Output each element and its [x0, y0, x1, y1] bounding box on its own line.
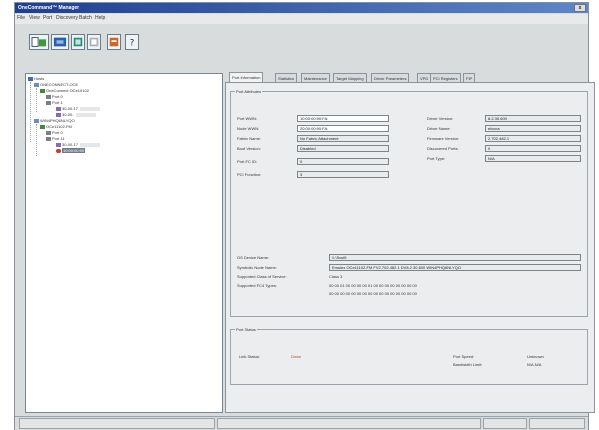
supported-fc4-label: Supported FC4 Types:	[237, 283, 277, 288]
discovered-ports-field: 0	[485, 145, 581, 152]
status-panel	[19, 418, 215, 429]
driver-name-field: elxcna	[485, 125, 581, 132]
menu-port[interactable]: Port	[43, 15, 52, 21]
adapter-icon	[40, 88, 45, 93]
toolbar: ?	[19, 28, 589, 60]
help-icon[interactable]: ?	[125, 34, 139, 50]
tab-maintenance[interactable]: Maintenance	[301, 73, 330, 82]
tab-driver-parameters[interactable]: Driver Parameters	[371, 73, 410, 82]
port-icon	[46, 100, 51, 105]
function-icon	[56, 106, 61, 111]
function-icon	[56, 142, 61, 147]
driver-version-field: 8.2.30.600	[485, 115, 581, 122]
discover-icon[interactable]	[71, 34, 85, 50]
function-icon	[56, 112, 61, 117]
link-status-value: Down	[291, 354, 302, 359]
port-icon	[46, 94, 51, 99]
adapter-icon	[40, 124, 45, 129]
supported-cos-label: Supported Class of Service:	[237, 274, 287, 279]
node-wwn-label: Node WWN:	[237, 126, 260, 131]
tab-fip[interactable]: FIP	[463, 73, 476, 82]
menu-batch[interactable]: Batch	[79, 15, 92, 21]
node-wwn-field: 20:00:00:90:FA:	[297, 125, 389, 132]
os-device-name-field: \\.\Scsi0:	[329, 254, 581, 261]
host-icon	[34, 82, 39, 87]
supported-fc4-row2: 00 00 00 00 00 00 00 00 00 00 00 00 00 0…	[329, 291, 417, 296]
symbolic-node-name-field: Emulex OCe11102-FM FV2.702.482.1 DV8.2.3…	[329, 264, 581, 271]
firmware-version-field: 2.702.482.1	[485, 135, 581, 142]
port-wwn-label: Port WWN:	[237, 116, 257, 121]
menu-discovery[interactable]: Discovery	[56, 15, 78, 21]
port-status-group: Port Status Link Status: Down Port Speed…	[230, 327, 588, 385]
status-bar	[15, 416, 588, 430]
pci-function-field: 3	[297, 171, 389, 178]
status-panel	[483, 418, 527, 429]
bandwidth-limit-value: N/A,N/A	[527, 362, 542, 367]
host-icon	[34, 118, 39, 123]
window-title: OneCommand™ Manager	[18, 5, 80, 11]
link-status-label: Link Status:	[239, 354, 260, 359]
app-window: OneCommand™ Manager x File View Port Dis…	[14, 2, 595, 430]
status-panel	[529, 418, 585, 429]
tree-node-selected[interactable]: 10:00:00:90	[56, 148, 86, 154]
batch-icon[interactable]	[107, 34, 121, 50]
supported-cos-value: Class 3	[329, 274, 343, 279]
port-attributes-group: Port Attributes Port WWN: 10:00:00:90:FA…	[230, 89, 588, 317]
tab-target-mapping[interactable]: Target Mapping	[333, 73, 367, 82]
port-wwn-field: 10:00:00:90:FA:	[297, 115, 389, 122]
host-view-icon[interactable]	[29, 34, 49, 50]
port-speed-value: Unknown	[527, 354, 544, 359]
boot-version-label: Boot Version:	[237, 146, 261, 151]
menu-view[interactable]: View	[29, 15, 40, 21]
fabric-name-field: No Fabric Attachment	[297, 135, 389, 142]
menu-help[interactable]: Help	[95, 15, 105, 21]
driver-name-label: Driver Name:	[427, 126, 451, 131]
port-status-title: Port Status	[235, 327, 257, 332]
firmware-version-label: Firmware Version:	[427, 136, 460, 141]
port-icon	[46, 130, 51, 135]
discovered-ports-label: Discovered Ports:	[427, 146, 459, 151]
port-type-field: N/A	[485, 155, 581, 162]
menu-bar: File View Port Discovery Batch Help	[15, 14, 588, 24]
pci-function-label: PCI Function:	[237, 172, 262, 177]
bandwidth-limit-label: Bandwidth Limit:	[453, 362, 483, 367]
fabric-view-icon[interactable]	[51, 34, 69, 50]
port-information-panel: Port Attributes Port WWN: 10:00:00:90:FA…	[225, 82, 595, 413]
port-type-label: Port Type:	[427, 156, 446, 161]
tab-pci-registers[interactable]: PCI Registers	[430, 73, 461, 82]
menu-file[interactable]: File	[17, 15, 25, 21]
reset-icon[interactable]	[87, 34, 101, 50]
port-icon	[46, 136, 51, 141]
function-icon	[56, 148, 61, 153]
status-panel	[217, 418, 481, 429]
symbolic-node-name-label: Symbolic Node Name:	[237, 265, 277, 270]
svg-text:?: ?	[130, 38, 135, 48]
discovery-tree[interactable]: Hosts ONECONNECT-OCE OneConnect OCe10102…	[25, 73, 223, 413]
port-attributes-title: Port Attributes	[235, 89, 263, 94]
os-device-name-label: OS Device Name:	[237, 255, 270, 260]
supported-fc4-row1: 00 00 01 00 00 00 00 01 00 00 00 00 00 0…	[329, 283, 417, 288]
hosts-icon	[28, 76, 33, 81]
port-fc-id-field: 0	[297, 158, 389, 165]
fabric-name-label: Fabric Name:	[237, 136, 262, 141]
tab-port-information[interactable]: Port Information	[229, 72, 264, 82]
port-speed-label: Port Speed:	[453, 354, 475, 359]
tab-strip: Port Information Statistics Maintenance …	[229, 72, 569, 82]
port-fc-id-label: Port FC ID:	[237, 159, 258, 164]
boot-version-field: Disabled	[297, 145, 389, 152]
driver-version-label: Driver Version:	[427, 116, 454, 121]
close-button[interactable]: x	[574, 4, 586, 12]
title-bar: OneCommand™ Manager x	[15, 3, 588, 13]
tab-statistics[interactable]: Statistics	[275, 73, 298, 82]
